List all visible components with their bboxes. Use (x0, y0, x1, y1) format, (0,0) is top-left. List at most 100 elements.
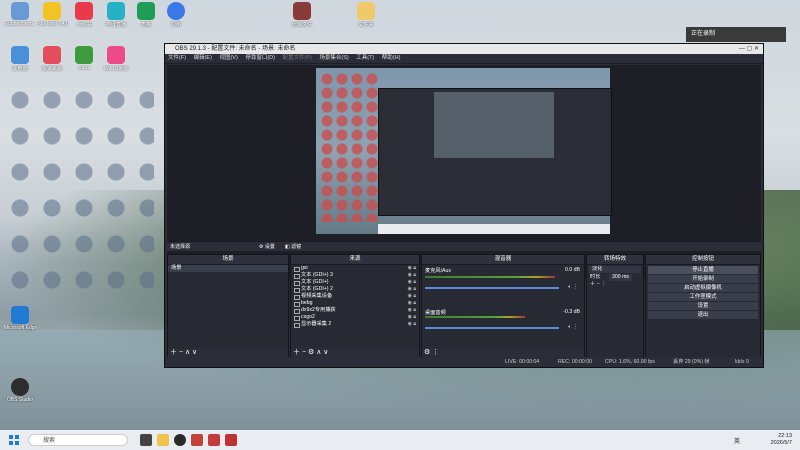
duration-label: 时长 (590, 274, 601, 280)
volume-meter (425, 316, 525, 318)
scenes-toolbar[interactable]: ＋ − ∧ ∨ (168, 348, 288, 357)
desktop-icon-label: 极速跳跳 (41, 66, 62, 72)
transitions-toolbar[interactable]: ＋ − ⋮ (587, 281, 643, 288)
visibility-lock-icons[interactable]: ◉ 🔒︎ (408, 293, 416, 300)
volume-slider[interactable] (425, 287, 559, 289)
source-item[interactable]: csgo2 ◉ 🔒︎ (291, 314, 419, 321)
visibility-lock-icons[interactable]: ◉ 🔒︎ (408, 307, 416, 314)
virtual-camera-button[interactable]: 启动虚拟摄像机 (648, 284, 758, 292)
visibility-lock-icons[interactable]: ◉ 🔒︎ (408, 314, 416, 321)
stop-streaming-button[interactable]: 停止直播 (648, 266, 758, 274)
obs-taskbar-icon[interactable] (174, 434, 186, 446)
clock-date: 2026/5/7 (770, 440, 792, 446)
sources-dock: 来源 gsi ◉ 🔒︎ 文本 (GDI+) 3 ◉ 🔒︎ 文本 (GDI+) ◉ 🔒︎… (290, 254, 420, 358)
desktop-icon-archive[interactable]: 压缩文件 (286, 2, 318, 28)
desktop-icon-10[interactable]: Microsoft Edge (4, 306, 36, 331)
desktop-icon-label: OBS Studio (6, 397, 34, 403)
app-icon (43, 46, 61, 64)
desktop-icon-label: 表格 (140, 22, 151, 28)
menu-profile[interactable]: 配置文件(P) (282, 55, 311, 61)
desktop-icon-0[interactable]: Rubdeddesh.. (4, 2, 36, 27)
menu-tools[interactable]: 工具(T) (356, 55, 374, 61)
menu-docks[interactable]: 停靠窗口(D) (245, 55, 275, 61)
source-item[interactable]: bebg ◉ 🔒︎ (291, 300, 419, 307)
desktop-icon-folder[interactable]: 文件夹 (350, 2, 382, 28)
scene-item[interactable]: 场景 (168, 265, 288, 272)
clock[interactable]: 22:13 2026/5/7 (771, 433, 792, 447)
desktop-icon-3[interactable]: 哔哩直播 (100, 2, 132, 28)
desktop-icon-label: Win10免费 (103, 66, 129, 72)
source-item[interactable]: 文本 (GDI+) 3 ◉ 🔒︎ (291, 272, 419, 279)
app-icon (43, 2, 61, 20)
desktop-icon-7[interactable]: 极速跳跳 (36, 46, 68, 72)
filters-button[interactable]: ◧ 滤镜 (285, 242, 301, 252)
source-item[interactable]: gsi ◉ 🔒︎ (291, 265, 419, 272)
mixer-toolbar[interactable]: ⚙ ⋮ (422, 348, 584, 357)
app-taskbar-icon[interactable] (225, 434, 237, 446)
studio-mode-button[interactable]: 工作室模式 (648, 293, 758, 301)
source-item[interactable]: 文本 (GDI+) ◉ 🔒︎ (291, 279, 419, 286)
xbox-icon (75, 46, 93, 64)
desktop-icon-11[interactable]: OBS Studio (4, 378, 36, 403)
transition-type-select[interactable]: 淡化 (589, 266, 641, 273)
app-taskbar-icon[interactable] (208, 434, 220, 446)
taskbar-search[interactable]: 搜索 (28, 434, 128, 446)
recording-popup: 正在录制 (686, 27, 786, 42)
duration-input[interactable]: 300 ms (609, 274, 633, 281)
desktop-icon-label: Microsoft Edge (4, 325, 36, 331)
menu-edit[interactable]: 编辑(E) (194, 55, 212, 61)
mute-settings-icons[interactable]: 🔈︎ ⋮ (568, 284, 578, 291)
app-taskbar-icon[interactable] (191, 434, 203, 446)
menu-file[interactable]: 文件(F) (168, 55, 186, 61)
settings-button[interactable]: 设置 (648, 302, 758, 310)
exit-button[interactable]: 退出 (648, 311, 758, 319)
obs-window[interactable]: OBS 29.1.3 - 配置文件: 未命名 - 场景: 未命名 — ▢ ✕ 文… (164, 43, 764, 368)
window-controls[interactable]: — ▢ ✕ (739, 44, 759, 54)
visibility-lock-icons[interactable]: ◉ 🔒︎ (408, 279, 416, 286)
bitrate: kb/s 0 (735, 359, 749, 365)
source-item[interactable]: 文本 (GDI+) 2 ◉ 🔒︎ (291, 286, 419, 293)
mute-settings-icons[interactable]: 🔈︎ ⋮ (568, 324, 578, 331)
source-item[interactable]: 显示器采集 2 ◉ 🔒︎ (291, 321, 419, 328)
start-recording-button[interactable]: 开始录制 (648, 275, 758, 283)
desktop-icon-label: 哔哩直播 (105, 22, 126, 28)
desktop-icon-4[interactable]: 表格 (130, 2, 162, 28)
source-label: 文本 (GDI+) 2 (301, 286, 333, 292)
desktop-icon-2[interactable]: 小红书 (68, 2, 100, 28)
desktop-icon-label: 此电脑 (12, 66, 28, 72)
menu-scene-collection[interactable]: 场景集合(S) (319, 55, 348, 61)
visibility-lock-icons[interactable]: ◉ 🔒︎ (408, 300, 416, 307)
visibility-lock-icons[interactable]: ◉ 🔒︎ (408, 286, 416, 293)
channel-name: 麦克风/Aux (425, 268, 451, 274)
transitions-dock: 转场特效 淡化 时长 300 ms ＋ − ⋮ (586, 254, 644, 358)
duration-row: 时长 300 ms (587, 274, 643, 281)
volume-meter (425, 276, 555, 278)
volume-slider[interactable] (425, 327, 559, 329)
properties-button[interactable]: ⚙ 设置 (259, 242, 275, 252)
menu-view[interactable]: 视图(V) (219, 55, 237, 61)
title-bar[interactable]: OBS 29.1.3 - 配置文件: 未命名 - 场景: 未命名 — ▢ ✕ (165, 44, 763, 54)
language-indicator[interactable]: 英 (734, 436, 740, 445)
source-item[interactable]: 视频采集设备 ◉ 🔒︎ (291, 293, 419, 300)
visibility-lock-icons[interactable]: ◉ 🔒︎ (408, 321, 416, 328)
clock-time: 22:13 (778, 433, 792, 439)
desktop-icon-9[interactable]: Win10免费 (100, 46, 132, 72)
desktop-icon-8[interactable]: Xbox (68, 46, 100, 71)
source-item[interactable]: dx9x2专用捕获 ◉ 🔒︎ (291, 307, 419, 314)
desktop-icon-6[interactable]: 此电脑 (4, 46, 36, 72)
menu-help[interactable]: 帮助(H) (382, 55, 401, 61)
visibility-lock-icons[interactable]: ◉ 🔒︎ (408, 272, 416, 279)
desktop-icon-1[interactable]: PotPlayer 64 bit (36, 2, 68, 27)
task-view-icon[interactable] (140, 434, 152, 446)
dropped-frames: 丢弃 29 (0%) 帧 (673, 359, 710, 365)
rec-timer: REC: 00:00:00 (558, 359, 593, 365)
visibility-lock-icons[interactable]: ◉ 🔒︎ (408, 265, 416, 272)
desktop-icon-5[interactable]: 应用 (160, 2, 192, 28)
source-label: csgo2 (301, 314, 315, 320)
context-bar: 未选择源 ⚙ 设置 ◧ 滤镜 (167, 241, 761, 251)
sources-toolbar[interactable]: ＋ − ⚙ ∧ ∨ (291, 348, 419, 357)
properties-label: 设置 (264, 244, 275, 250)
file-explorer-icon[interactable] (157, 434, 169, 446)
edge-icon (11, 306, 29, 324)
start-button[interactable] (9, 435, 19, 445)
